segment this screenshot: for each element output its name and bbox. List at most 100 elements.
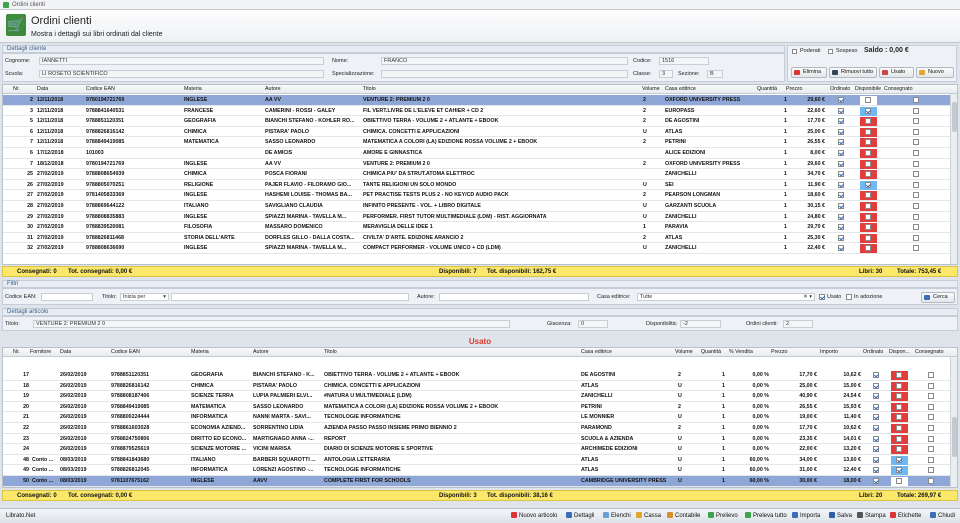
table-row[interactable]: 7 12/11/2018 9788849419085 MATEMATICA SASSO … (3, 137, 957, 148)
elenchi-button[interactable]: Elenchi (603, 512, 631, 520)
disponibile-cell[interactable] (860, 127, 877, 137)
nuovo-articolo-button[interactable]: Nuovo articolo (511, 512, 557, 520)
disponibile-cell[interactable] (860, 106, 877, 116)
consegnato-checkbox[interactable] (928, 372, 934, 378)
disponibile-checkbox[interactable] (865, 192, 871, 199)
disponibile-checkbox[interactable] (896, 403, 902, 410)
contabile-button[interactable]: Contabile (667, 512, 700, 520)
ordinato-checkbox[interactable] (838, 245, 844, 252)
table-row[interactable]: 23 26/02/2019 9788824750806 DIRITTO ED ECON… (3, 434, 957, 445)
col-nr[interactable]: Nr. (13, 85, 20, 93)
table-row[interactable]: 5 12/11/2018 9788851120351 GEOGRAFIA BIANCHI… (3, 116, 957, 127)
ucol-materia[interactable]: Materia (191, 348, 209, 356)
consegnato-checkbox[interactable] (913, 150, 919, 156)
titolo-input[interactable] (171, 293, 409, 301)
col-ordinato[interactable]: Ordinato (830, 85, 850, 93)
articolo-titolo-field[interactable]: VENTURE 2: PREMIUM 2 0 (33, 320, 510, 328)
disponibile-cell[interactable] (860, 180, 877, 190)
disponibile-checkbox[interactable] (865, 128, 871, 135)
disponibile-cell[interactable] (860, 149, 877, 158)
disponibile-checkbox[interactable] (896, 456, 902, 463)
ucol-volume[interactable]: Volume (675, 348, 693, 356)
table-row[interactable]: 6 12/11/2018 9788826816142 CHIMICA PISTARA' … (3, 127, 957, 138)
disponibile-checkbox[interactable] (865, 107, 871, 114)
disponibile-checkbox[interactable] (896, 446, 902, 453)
table-row[interactable]: 3 12/11/2018 9788841640531 FRANCESE CAMERINI… (3, 106, 957, 117)
disponibile-checkbox[interactable] (865, 160, 871, 167)
ordinato-checkbox[interactable] (838, 139, 844, 146)
ordinato-checkbox[interactable] (838, 128, 844, 135)
consegnato-checkbox[interactable] (913, 118, 919, 125)
disponibile-checkbox[interactable] (865, 97, 871, 103)
autore-input[interactable] (439, 293, 589, 301)
disponibile-cell[interactable] (860, 138, 877, 148)
consegnato-checkbox[interactable] (913, 128, 919, 135)
consegnato-checkbox[interactable] (913, 107, 919, 114)
disponibile-checkbox[interactable] (865, 203, 871, 209)
col-consegnato[interactable]: Consegnato (884, 85, 913, 93)
disponibile-cell[interactable] (891, 477, 908, 486)
col-prezzo[interactable]: Prezzo (786, 85, 803, 93)
table-row[interactable]: 21 26/02/2019 9788800224444 INFORMATICA NANN… (3, 412, 957, 423)
consegnato-checkbox[interactable] (928, 382, 934, 389)
col-materia[interactable]: Materia (184, 85, 202, 93)
col-volume[interactable]: Volume (642, 85, 660, 93)
table-row[interactable]: 26 27/02/2019 9788805070251 RELIGIONE PAJER … (3, 180, 957, 191)
disponibile-cell[interactable] (891, 371, 908, 380)
dettagli-button[interactable]: Dettagli (566, 512, 594, 520)
consegnato-checkbox[interactable] (928, 393, 934, 400)
disponibile-cell[interactable] (860, 117, 877, 127)
disponibile-cell[interactable] (860, 191, 877, 201)
consegnato-checkbox[interactable] (928, 425, 934, 431)
cerca-button[interactable]: Cerca (921, 292, 955, 303)
consegnato-checkbox[interactable] (913, 224, 919, 231)
ordinato-checkbox[interactable] (838, 192, 844, 199)
ordinato-checkbox[interactable] (838, 224, 844, 231)
table-row[interactable]: 17 26/02/2019 9788851120351 GEOGRAFIA BIANCH… (3, 370, 957, 381)
disponibilita-field[interactable]: -2 (680, 320, 721, 328)
disponibile-checkbox[interactable] (865, 213, 871, 220)
disponibile-checkbox[interactable] (896, 425, 902, 431)
consegnato-checkbox[interactable] (913, 171, 919, 178)
ordinato-checkbox[interactable] (873, 372, 879, 378)
sezione-field[interactable]: B (707, 70, 723, 78)
table-row[interactable]: 19 26/02/2019 9788808187406 SCIENZE TERRA LU… (3, 391, 957, 402)
ordinato-checkbox[interactable] (838, 181, 844, 188)
ordinato-checkbox[interactable] (838, 107, 844, 114)
ordinato-checkbox[interactable] (838, 150, 844, 156)
ucol-ean[interactable]: Codice EAN (111, 348, 140, 356)
adozione-checkbox[interactable] (846, 294, 852, 300)
ordinato-checkbox[interactable] (838, 118, 844, 125)
sospeso-checkbox[interactable] (828, 49, 833, 54)
ordinato-checkbox[interactable] (873, 425, 879, 431)
codice-field[interactable]: 1516 (659, 57, 709, 65)
ordinato-checkbox[interactable] (873, 446, 879, 453)
table-row[interactable]: 6 17/12/2018 101003 DE AMICIS AMORE E GINNAS… (3, 148, 957, 159)
table-row[interactable]: 50 Conto ... 08/03/2019 9781107675162 INGLES… (3, 476, 957, 487)
ucol-consegnato[interactable]: Consegnato (915, 348, 944, 356)
disponibile-cell[interactable] (860, 233, 877, 243)
ucol-casa[interactable]: Casa editrice (581, 348, 612, 356)
ucol-titolo[interactable]: Titolo (324, 348, 337, 356)
col-casa[interactable]: Casa editrice (665, 85, 696, 93)
disponibile-cell[interactable] (860, 202, 877, 211)
ordini-clienti-field[interactable]: 2 (783, 320, 813, 328)
ucol-ordinato[interactable]: Ordinato (863, 348, 883, 356)
ordinato-checkbox[interactable] (873, 382, 879, 389)
ucol-nr[interactable]: Nr. (13, 348, 20, 356)
col-autore[interactable]: Autore (265, 85, 281, 93)
ucol-disponibile[interactable]: Dispon... (889, 348, 910, 356)
col-quantita[interactable]: Quantità (757, 85, 777, 93)
rimuovi-tutto-button[interactable]: Rimuovi tutto (829, 67, 877, 78)
giacenza-field[interactable]: 0 (578, 320, 608, 328)
codice-ean-input[interactable] (41, 293, 93, 301)
table-row[interactable]: 7 18/12/2018 9780194721769 INGLESE AA VV VENT… (3, 159, 957, 170)
ordinato-checkbox[interactable] (873, 393, 879, 400)
scuola-field[interactable]: LI ROSETO SCIENTIFICO (39, 70, 324, 78)
table-row[interactable]: 49 Conto ... 08/03/2019 9788826812045 INFORM… (3, 465, 957, 476)
consegnato-checkbox[interactable] (913, 234, 919, 241)
consegnato-checkbox[interactable] (928, 403, 934, 410)
col-ean[interactable]: Codice EAN (86, 85, 115, 93)
disponibile-checkbox[interactable] (896, 393, 902, 400)
specializzazione-field[interactable] (381, 70, 628, 78)
